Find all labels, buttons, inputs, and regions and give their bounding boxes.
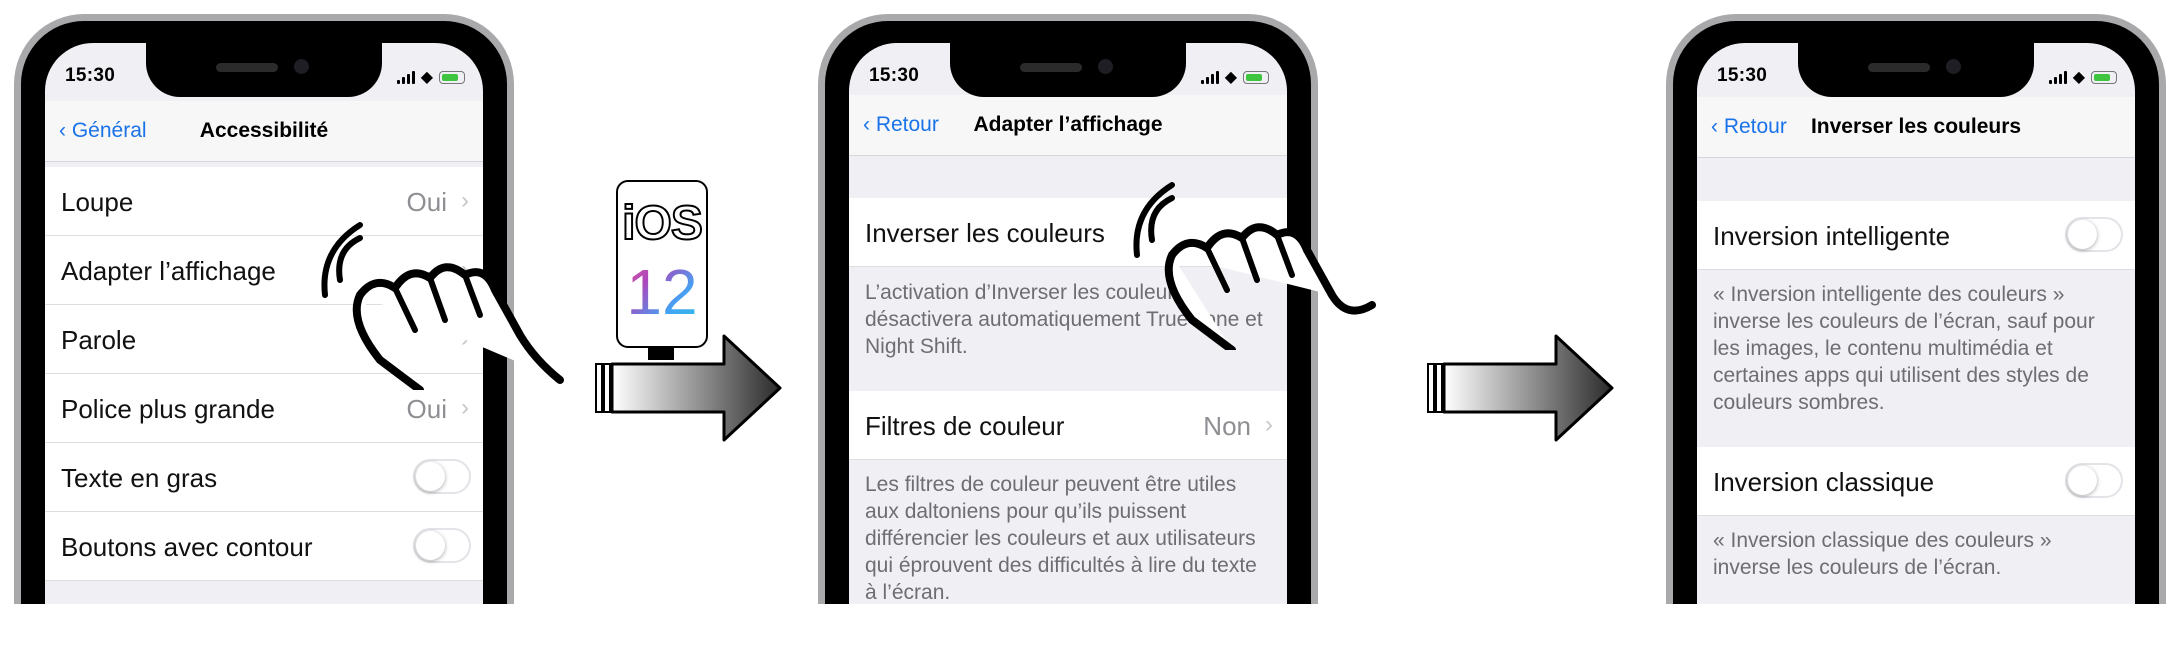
screen-inverser-couleurs: 15:30 ◆ ‹ Retour Inverser les couleurs I… [1697, 43, 2135, 604]
status-bar: 15:30 ◆ [1697, 65, 2135, 95]
wifi-icon: ◆ [1224, 69, 1237, 86]
page-title: Accessibilité [199, 119, 329, 142]
row-boutons-contour: Boutons avec contour [45, 512, 483, 581]
wifi-icon: ◆ [2072, 69, 2085, 86]
status-bar: 15:30 ◆ [849, 65, 1287, 95]
row-inversion-intelligente: Inversion intelligente [1697, 201, 2135, 270]
chevron-right-icon: › [1265, 411, 1273, 438]
row-texte-en-gras: Texte en gras [45, 443, 483, 512]
chevron-right-icon: › [461, 394, 469, 421]
status-bar: 15:30 ◆ [45, 65, 483, 95]
ios-label: iOS [621, 196, 704, 251]
battery-icon [439, 70, 465, 84]
tap-hand-icon [321, 222, 564, 390]
phone-3: 15:30 ◆ ‹ Retour Inverser les couleurs I… [1666, 14, 2166, 604]
smart-invert-toggle[interactable] [2065, 217, 2123, 252]
status-time: 15:30 [1717, 65, 1768, 86]
status-time: 15:30 [65, 65, 116, 86]
footer-smart-invert: « Inversion intelligente des couleurs » … [1713, 283, 2095, 414]
battery-icon [1243, 70, 1269, 84]
ios-badge: iOS 12 [616, 180, 708, 348]
footer-classic-invert: « Inversion classique des couleurs » inv… [1713, 529, 2052, 579]
page-title: Inverser les couleurs [1810, 115, 2022, 138]
classic-invert-toggle[interactable] [2065, 463, 2123, 498]
signal-icon [2048, 70, 2067, 84]
battery-icon [2091, 70, 2117, 84]
ios-version: 12 [618, 255, 706, 329]
nav-bar: ‹ Retour Adapter l’affichage [849, 95, 1287, 156]
row-filtres-couleur[interactable]: Filtres de couleur Non › [849, 391, 1287, 460]
nav-bar: ‹ Général Accessibilité [45, 101, 483, 162]
footer-filtres: Les filtres de couleur peuvent être util… [865, 473, 1257, 604]
arrow-right-icon [595, 334, 782, 442]
signal-icon [396, 70, 415, 84]
signal-icon [1200, 70, 1219, 84]
status-time: 15:30 [869, 65, 920, 86]
tap-hand-icon [1133, 182, 1376, 350]
wifi-icon: ◆ [420, 69, 433, 86]
page-title: Adapter l’affichage [973, 113, 1163, 136]
arrow-right-icon [1427, 334, 1614, 442]
nav-bar: ‹ Retour Inverser les couleurs [1697, 97, 2135, 158]
chevron-right-icon: › [461, 187, 469, 214]
row-inversion-classique: Inversion classique [1697, 447, 2135, 516]
bold-text-toggle[interactable] [413, 459, 471, 494]
button-shapes-toggle[interactable] [413, 528, 471, 563]
